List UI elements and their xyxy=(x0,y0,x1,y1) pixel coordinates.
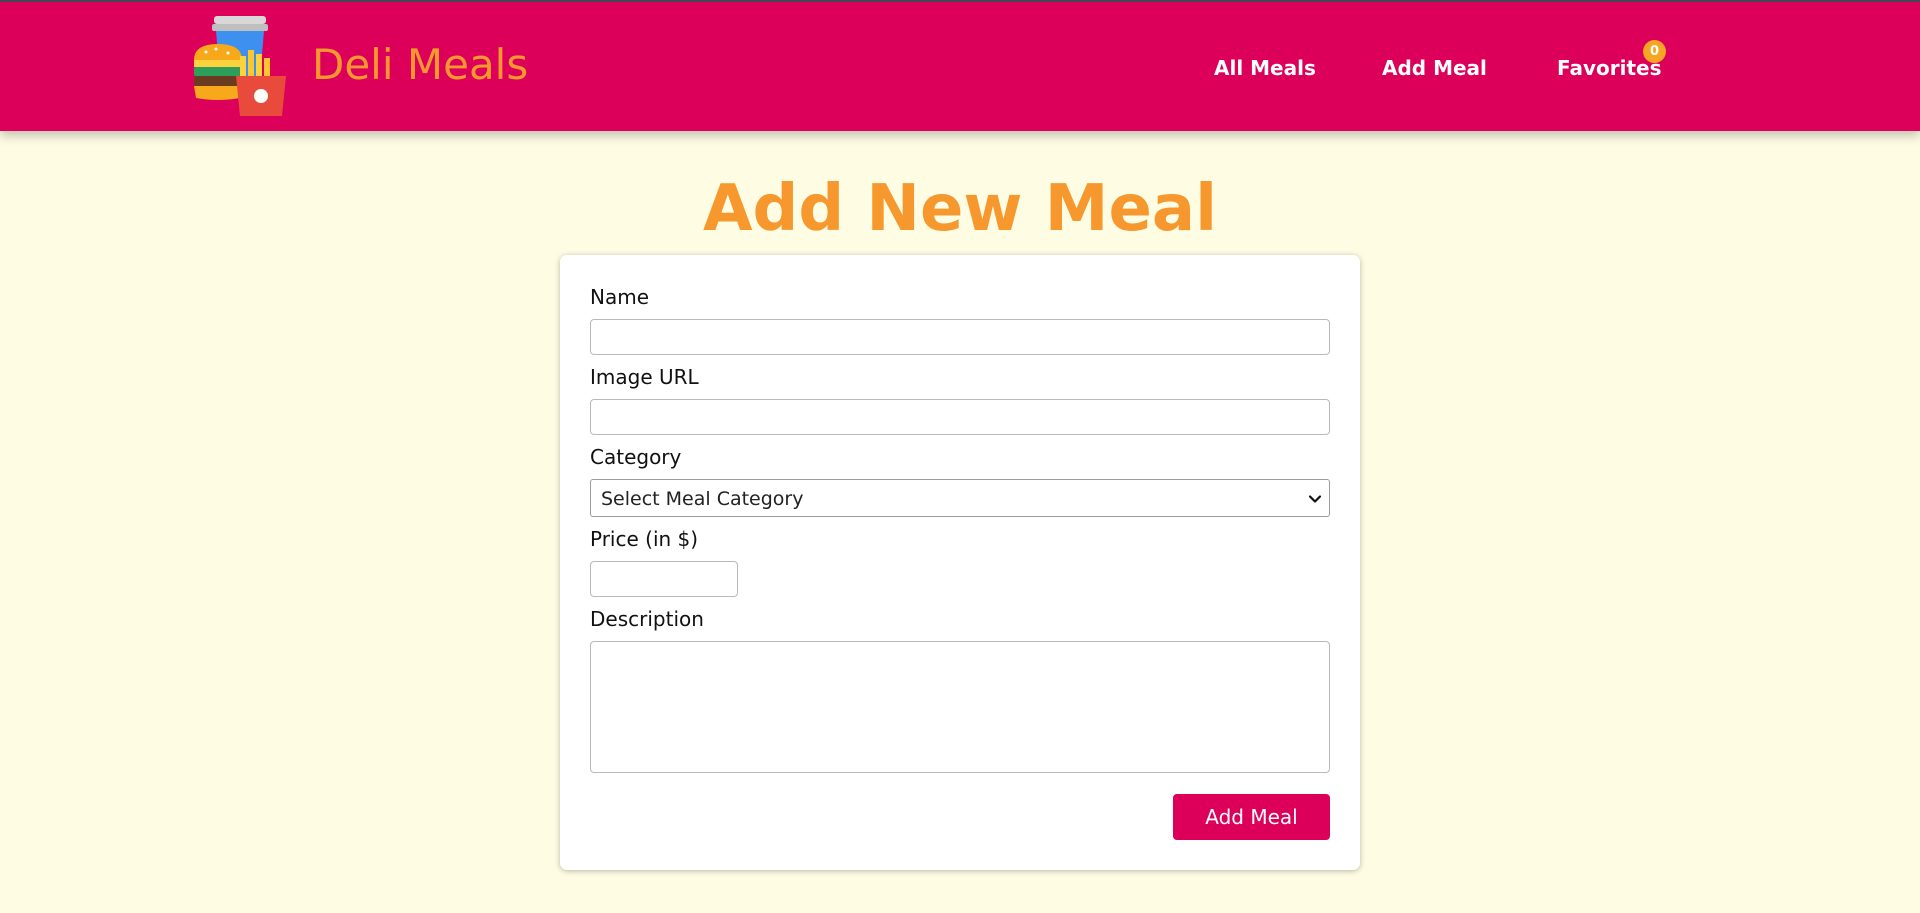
chevron-down-icon xyxy=(1308,495,1322,503)
nav-add-meal-link[interactable]: Add Meal xyxy=(1382,56,1487,80)
price-input[interactable] xyxy=(590,561,738,597)
category-select[interactable]: Select Meal Category xyxy=(590,479,1330,517)
add-meal-form: Name Image URL Category Select Meal Cate… xyxy=(560,255,1360,870)
fast-food-icon xyxy=(194,16,286,116)
description-label: Description xyxy=(590,607,704,631)
brand-name[interactable]: Deli Meals xyxy=(312,40,528,89)
site-header: Deli Meals All Meals Add Meal Favorites … xyxy=(0,2,1920,131)
name-label: Name xyxy=(590,285,650,309)
image-url-label: Image URL xyxy=(590,365,699,389)
description-textarea[interactable] xyxy=(590,641,1330,773)
favorites-count-badge: 0 xyxy=(1643,40,1666,63)
nav-all-meals-link[interactable]: All Meals xyxy=(1214,56,1316,80)
name-input[interactable] xyxy=(590,319,1330,355)
page-title: Add New Meal xyxy=(702,172,1218,246)
category-label: Category xyxy=(590,445,682,469)
price-label: Price (in $) xyxy=(590,527,699,551)
image-url-input[interactable] xyxy=(590,399,1330,435)
add-meal-button[interactable]: Add Meal xyxy=(1173,794,1330,840)
category-selected-value: Select Meal Category xyxy=(601,488,804,510)
